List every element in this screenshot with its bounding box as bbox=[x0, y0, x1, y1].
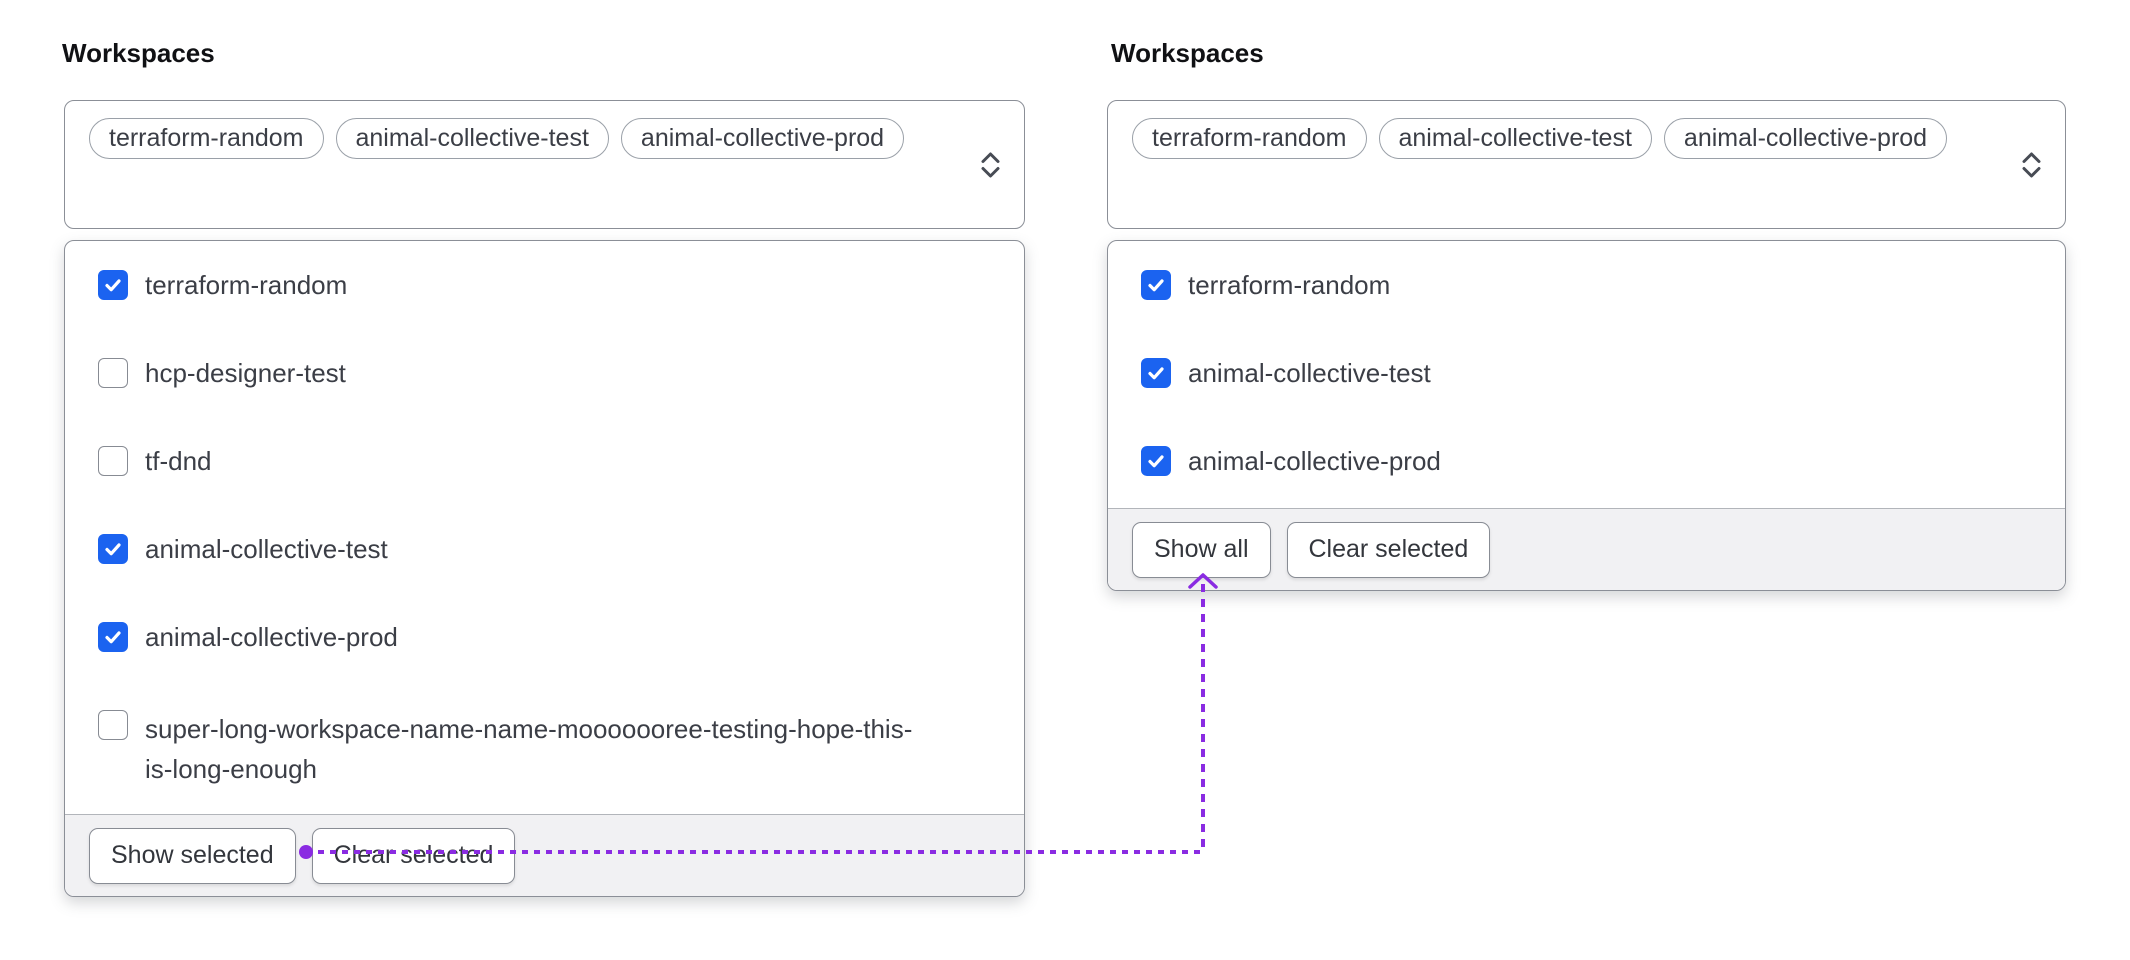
selected-pill: animal-collective-prod bbox=[1664, 118, 1947, 159]
checkbox[interactable] bbox=[1141, 358, 1171, 388]
unfold-chevrons-icon bbox=[2020, 149, 2043, 180]
show-selected-button[interactable]: Show selected bbox=[89, 828, 296, 884]
dropdown-footer: Show all Clear selected bbox=[1108, 508, 2065, 590]
workspaces-dropdown-list: terraform-random hcp-designer-test tf-dn… bbox=[64, 240, 1025, 897]
option-terraform-random[interactable]: terraform-random bbox=[1141, 269, 2065, 301]
selected-pill: animal-collective-test bbox=[1379, 118, 1652, 159]
options-list: terraform-random animal-collective-test … bbox=[1108, 241, 2065, 508]
dropdown-footer: Show selected Clear selected bbox=[65, 814, 1024, 896]
checkbox[interactable] bbox=[98, 446, 128, 476]
option-label: terraform-random bbox=[145, 269, 347, 301]
option-terraform-random[interactable]: terraform-random bbox=[98, 269, 1024, 301]
option-animal-collective-prod[interactable]: animal-collective-prod bbox=[1141, 445, 2065, 477]
workspaces-label: Workspaces bbox=[62, 38, 215, 69]
checkmark-icon bbox=[103, 539, 123, 559]
checkmark-icon bbox=[1146, 451, 1166, 471]
selected-pill: animal-collective-prod bbox=[621, 118, 904, 159]
checkbox[interactable] bbox=[98, 270, 128, 300]
selected-pill: animal-collective-test bbox=[336, 118, 609, 159]
option-animal-collective-test[interactable]: animal-collective-test bbox=[1141, 357, 2065, 389]
workspaces-dropdown-list: terraform-random animal-collective-test … bbox=[1107, 240, 2066, 591]
option-label: animal-collective-prod bbox=[145, 621, 398, 653]
workspaces-label: Workspaces bbox=[1111, 38, 1264, 69]
option-label: animal-collective-prod bbox=[1188, 445, 1441, 477]
clear-selected-button[interactable]: Clear selected bbox=[1287, 522, 1491, 578]
checkmark-icon bbox=[103, 275, 123, 295]
checkmark-icon bbox=[1146, 363, 1166, 383]
selected-pill: terraform-random bbox=[1132, 118, 1367, 159]
connector-dotted-line-vertical bbox=[1201, 584, 1205, 852]
option-label: animal-collective-test bbox=[1188, 357, 1431, 389]
option-tf-dnd[interactable]: tf-dnd bbox=[98, 445, 1024, 477]
clear-selected-button[interactable]: Clear selected bbox=[312, 828, 516, 884]
option-label: terraform-random bbox=[1188, 269, 1390, 301]
option-label: tf-dnd bbox=[145, 445, 212, 477]
checkmark-icon bbox=[1146, 275, 1166, 295]
checkmark-icon bbox=[103, 627, 123, 647]
checkbox[interactable] bbox=[98, 358, 128, 388]
options-list: terraform-random hcp-designer-test tf-dn… bbox=[65, 241, 1024, 814]
workspaces-multiselect-trigger[interactable]: terraform-random animal-collective-test … bbox=[1107, 100, 2066, 229]
option-animal-collective-test[interactable]: animal-collective-test bbox=[98, 533, 1024, 565]
option-label: animal-collective-test bbox=[145, 533, 388, 565]
option-animal-collective-prod[interactable]: animal-collective-prod bbox=[98, 621, 1024, 653]
checkbox[interactable] bbox=[98, 534, 128, 564]
unfold-chevrons-icon bbox=[979, 149, 1002, 180]
workspaces-multiselect-trigger[interactable]: terraform-random animal-collective-test … bbox=[64, 100, 1025, 229]
option-label: super-long-workspace-name-name-moooooore… bbox=[145, 709, 935, 789]
checkbox[interactable] bbox=[1141, 446, 1171, 476]
checkbox[interactable] bbox=[98, 622, 128, 652]
option-label: hcp-designer-test bbox=[145, 357, 346, 389]
checkbox[interactable] bbox=[1141, 270, 1171, 300]
option-super-long-workspace[interactable]: super-long-workspace-name-name-moooooore… bbox=[98, 709, 1024, 789]
option-hcp-designer-test[interactable]: hcp-designer-test bbox=[98, 357, 1024, 389]
show-all-button[interactable]: Show all bbox=[1132, 522, 1271, 578]
checkbox[interactable] bbox=[98, 710, 128, 740]
selected-pill: terraform-random bbox=[89, 118, 324, 159]
